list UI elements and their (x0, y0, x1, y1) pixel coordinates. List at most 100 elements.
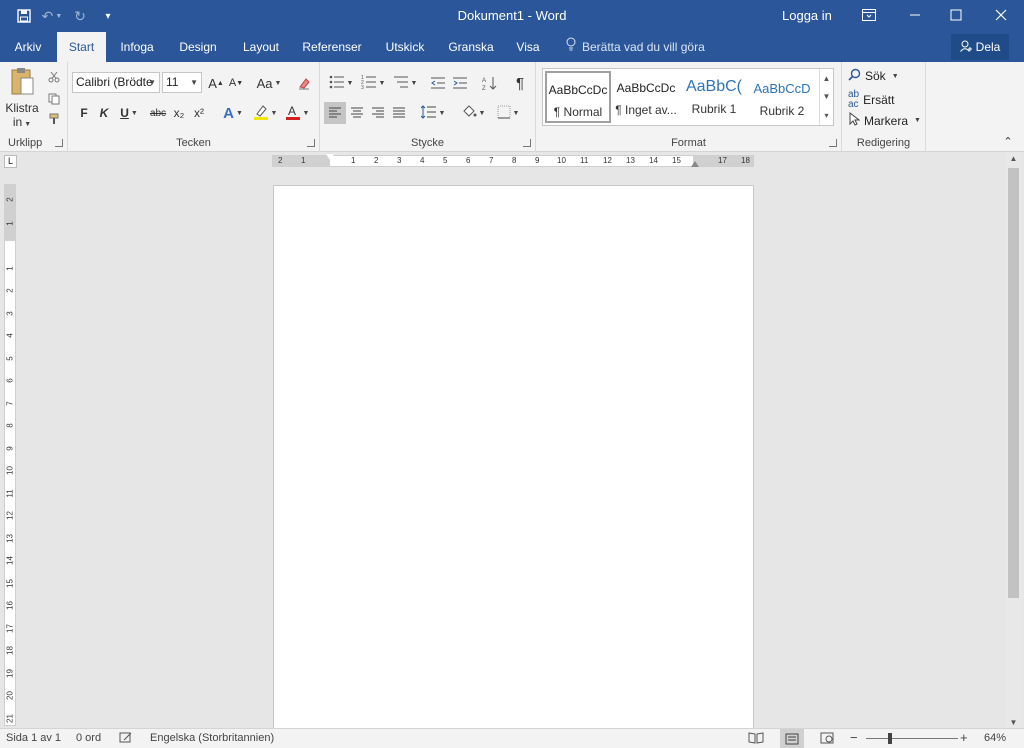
tab-utskick[interactable]: Utskick (377, 32, 433, 62)
shrink-font-button[interactable]: A ▼ (228, 74, 244, 92)
bold-button[interactable]: F (76, 104, 92, 122)
style-heading-2[interactable]: AaBbCcD Rubrik 2 (749, 71, 815, 123)
ruler-number: 6 (5, 378, 15, 383)
style-heading-1[interactable]: AaBbC( Rubrik 1 (681, 71, 747, 123)
copy-icon[interactable] (44, 90, 64, 108)
superscript-button[interactable]: x² (190, 104, 208, 122)
styles-launcher-icon[interactable] (829, 139, 837, 147)
vertical-ruler[interactable]: 2 1 1 2 3 4 5 6 7 8 9 10 11 12 13 14 15 16 17 18 19 20 21 (4, 184, 16, 726)
tab-visa[interactable]: Visa (509, 32, 547, 62)
collapse-ribbon-icon[interactable]: ⌃ (1000, 134, 1016, 148)
tab-design[interactable]: Design (171, 32, 225, 62)
multilevel-list-button[interactable]: ▼ (390, 74, 420, 92)
tell-me-box[interactable]: Berätta vad du vill göra (566, 32, 705, 62)
clipboard-launcher-icon[interactable] (55, 139, 63, 147)
tab-selector[interactable]: L (4, 155, 17, 168)
language-indicator[interactable]: Engelska (Storbritannien) (150, 732, 274, 744)
print-layout-icon[interactable] (780, 729, 804, 748)
document-page[interactable] (273, 185, 754, 730)
underline-button[interactable]: U ▼ (116, 104, 142, 122)
format-painter-icon[interactable] (44, 110, 64, 128)
scroll-up-icon[interactable]: ▲ (1005, 152, 1022, 166)
subscript-button[interactable]: x₂ (170, 104, 188, 122)
font-size-combo[interactable]: 11 ▼ (162, 72, 202, 93)
style-normal[interactable]: AaBbCcDc ¶ Normal (545, 71, 611, 123)
font-color-button[interactable]: A ▼ (282, 104, 312, 122)
customize-qat-icon[interactable]: ▾ (96, 6, 120, 26)
login-link[interactable]: Logga in (782, 8, 832, 23)
horizontal-ruler[interactable]: 2 1 1 2 3 4 5 6 7 8 9 10 11 12 13 14 15 17 18 (272, 154, 754, 167)
highlight-button[interactable]: ▼ (250, 104, 280, 122)
share-button[interactable]: Dela (951, 34, 1009, 60)
replace-button[interactable]: ab ac Ersätt (848, 90, 894, 110)
numbering-button[interactable]: 1 2 3 ▼ (358, 74, 388, 92)
close-icon[interactable] (978, 0, 1024, 30)
align-right-icon[interactable] (368, 102, 388, 124)
zoom-slider-thumb[interactable] (888, 733, 892, 744)
tab-granska[interactable]: Granska (443, 32, 499, 62)
ruler-number: 1 (351, 156, 356, 165)
justify-icon[interactable] (389, 102, 409, 124)
paste-button[interactable]: Klistra in ▼ (4, 66, 40, 132)
save-icon[interactable] (12, 6, 36, 26)
show-marks-button[interactable]: ¶ (510, 74, 530, 92)
style-no-spacing[interactable]: AaBbCcDc ¶ Inget av... (613, 71, 679, 123)
select-button[interactable]: Markera ▼ (848, 111, 921, 129)
increase-indent-icon[interactable] (450, 74, 470, 92)
decrease-indent-icon[interactable] (428, 74, 448, 92)
read-mode-icon[interactable] (748, 732, 764, 747)
redo-icon[interactable]: ↻ (68, 6, 92, 26)
vertical-scrollbar[interactable]: ▲ ▼ (1005, 152, 1022, 730)
chevron-down-icon[interactable]: ▼ (823, 92, 831, 101)
style-preview: AaBbC( (685, 78, 743, 95)
borders-button[interactable]: ▼ (492, 102, 524, 124)
more-styles-icon[interactable]: ▾ (824, 111, 828, 120)
change-case-button[interactable]: Aa ▼ (254, 74, 284, 92)
tab-arkiv[interactable]: Arkiv (2, 32, 54, 62)
style-preview: AaBbCcDc (548, 83, 608, 97)
font-launcher-icon[interactable] (307, 139, 315, 147)
find-button[interactable]: Sök ▼ (848, 68, 899, 84)
maximize-icon[interactable] (933, 0, 979, 30)
ruler-number: 8 (5, 423, 15, 428)
text-effects-button[interactable]: A ▼ (220, 104, 246, 122)
cursor-icon (848, 111, 861, 129)
tab-referenser[interactable]: Referenser (297, 32, 367, 62)
page-count[interactable]: Sida 1 av 1 (6, 732, 61, 744)
zoom-slider[interactable] (866, 738, 958, 739)
ruler-number: 3 (5, 310, 15, 316)
first-line-indent-marker[interactable] (326, 154, 334, 160)
undo-icon[interactable]: ↶ ▼ (40, 6, 64, 26)
font-name-value: Calibri (Brödte (76, 75, 153, 89)
scroll-thumb[interactable] (1008, 168, 1019, 598)
person-icon (959, 40, 972, 55)
chevron-up-icon[interactable]: ▲ (823, 74, 831, 83)
grow-font-button[interactable]: A ▲ (208, 74, 224, 92)
proofing-icon[interactable] (119, 732, 133, 747)
right-indent-marker[interactable] (691, 161, 699, 167)
paragraph-launcher-icon[interactable] (523, 139, 531, 147)
zoom-level[interactable]: 64% (984, 732, 1006, 744)
zoom-out-button[interactable]: − (850, 730, 858, 745)
line-spacing-button[interactable]: ▼ (418, 102, 448, 124)
shading-button[interactable]: ▼ (458, 102, 488, 124)
ruler-number: 6 (466, 156, 471, 165)
sort-icon[interactable]: AZ (480, 74, 500, 92)
cut-icon[interactable] (44, 68, 64, 86)
ribbon-display-options-icon[interactable] (846, 0, 892, 30)
bullets-button[interactable]: ▼ (326, 74, 356, 92)
minimize-icon[interactable] (892, 0, 938, 30)
word-count[interactable]: 0 ord (76, 732, 101, 744)
align-center-icon[interactable] (347, 102, 367, 124)
tab-infoga[interactable]: Infoga (111, 32, 163, 62)
tab-layout[interactable]: Layout (235, 32, 287, 62)
clear-formatting-icon[interactable] (294, 74, 314, 92)
strikethrough-button[interactable]: abc (148, 104, 168, 122)
font-name-combo[interactable]: Calibri (Brödte ▼ (72, 72, 160, 93)
tab-start[interactable]: Start (57, 32, 106, 62)
ruler-number: 4 (5, 333, 15, 338)
italic-button[interactable]: K (96, 104, 112, 122)
align-left-icon[interactable] (324, 102, 346, 124)
zoom-in-button[interactable]: + (960, 730, 968, 745)
web-layout-icon[interactable] (820, 732, 834, 747)
